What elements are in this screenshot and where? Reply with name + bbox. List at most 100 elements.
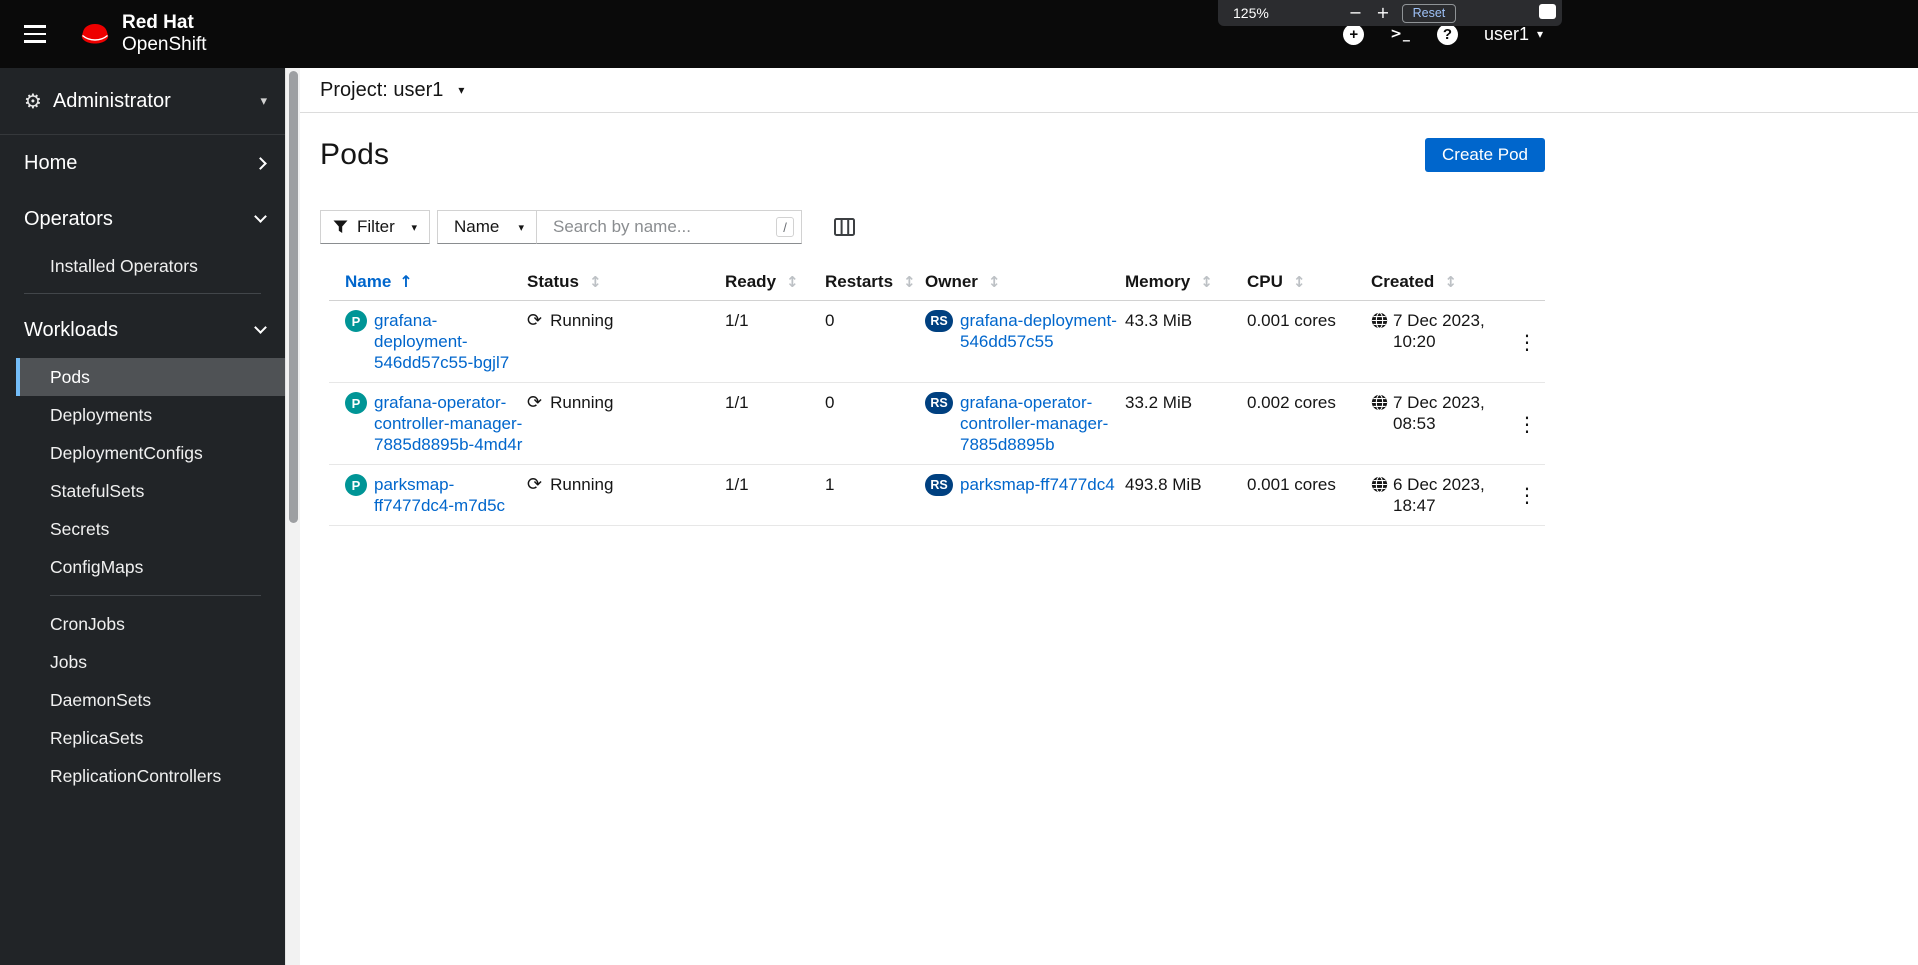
sidebar: ⚙ Administrator ▾ Home Operators Install…: [0, 68, 285, 965]
web-terminal-button[interactable]: >_: [1390, 26, 1411, 42]
kebab-menu-button[interactable]: ⋮: [1511, 392, 1543, 455]
globe-icon: [1371, 394, 1388, 411]
caret-down-icon: ▾: [1536, 27, 1543, 41]
column-header-status[interactable]: Status ↕: [527, 263, 725, 300]
owner-link[interactable]: parksmap-ff7477dc4: [960, 474, 1115, 495]
column-header-ready[interactable]: Ready ↕: [725, 263, 825, 300]
toolbar: Filter ▾ Name ▾ /: [320, 210, 1918, 244]
brand-logo: Red Hat OpenShift: [78, 12, 207, 56]
table-row: P grafana-operator-controller-manager-78…: [329, 383, 1545, 465]
plus-circle-icon: +: [1343, 23, 1365, 45]
kebab-menu-button[interactable]: ⋮: [1511, 310, 1543, 373]
zoom-in-button[interactable]: +: [1376, 5, 1389, 21]
owner-link[interactable]: grafana-deployment-546dd57c55: [960, 310, 1121, 352]
chevron-down-icon: [254, 210, 267, 223]
sidebar-item-label: Installed Operators: [50, 255, 198, 276]
column-header-owner[interactable]: Owner ↕: [925, 263, 1125, 300]
sidebar-item-operators[interactable]: Operators: [0, 191, 285, 247]
memory-cell: 33.2 MiB: [1125, 393, 1193, 412]
sidebar-item-installed-operators[interactable]: Installed Operators: [0, 247, 285, 285]
hamburger-icon: [24, 25, 46, 28]
cpu-cell: 0.001 cores: [1247, 475, 1336, 494]
status-text: Running: [550, 475, 614, 494]
zoom-out-button[interactable]: −: [1349, 5, 1362, 21]
sidebar-item-pods[interactable]: Pods: [16, 358, 285, 396]
column-header-memory[interactable]: Memory ↕: [1125, 263, 1247, 300]
project-label: Project: user1: [320, 78, 444, 101]
sidebar-item-label: DeploymentConfigs: [50, 442, 203, 463]
redhat-icon: [81, 24, 109, 44]
pod-badge: P: [345, 474, 367, 496]
sidebar-item-label: ReplicationControllers: [50, 765, 222, 786]
pod-link[interactable]: parksmap-ff7477dc4-m7d5c: [374, 474, 523, 516]
pod-link[interactable]: grafana-operator-controller-manager-7885…: [374, 392, 523, 455]
status-text: Running: [550, 311, 614, 330]
caret-down-icon: ▾: [411, 220, 417, 234]
caret-down-icon: ▾: [260, 93, 267, 109]
sidebar-item-statefulsets[interactable]: StatefulSets: [0, 472, 285, 510]
sidebar-item-replicationcontrollers[interactable]: ReplicationControllers: [0, 757, 285, 795]
zoom-popup-highlight: [1539, 4, 1556, 19]
sidebar-item-label: CronJobs: [50, 613, 125, 634]
manage-columns-button[interactable]: [834, 218, 855, 236]
filter-label: Filter: [357, 217, 395, 236]
sidebar-item-label: Secrets: [50, 518, 110, 539]
sidebar-item-secrets[interactable]: Secrets: [0, 510, 285, 548]
filter-dropdown[interactable]: Filter ▾: [320, 210, 430, 244]
ready-cell: 1/1: [725, 475, 749, 494]
column-header-created[interactable]: Created ↕: [1371, 263, 1509, 300]
memory-cell: 43.3 MiB: [1125, 311, 1193, 330]
help-button[interactable]: ?: [1436, 23, 1458, 45]
pod-link[interactable]: grafana-deployment-546dd57c55-bgjl7: [374, 310, 523, 373]
user-menu[interactable]: user1 ▾: [1484, 24, 1543, 45]
nav-toggle-button[interactable]: [24, 22, 48, 46]
memory-cell: 493.8 MiB: [1125, 475, 1202, 494]
replicaset-badge: RS: [925, 392, 953, 414]
created-time: 08:53: [1393, 414, 1436, 433]
nav-divider: [50, 595, 261, 596]
page-title: Pods: [320, 138, 390, 171]
sidebar-item-workloads[interactable]: Workloads: [0, 302, 285, 358]
search-attribute-select[interactable]: Name ▾: [437, 210, 537, 244]
project-selector[interactable]: Project: user1 ▾: [320, 79, 464, 102]
created-cell: 6 Dec 2023, 18:47: [1371, 465, 1509, 525]
sidebar-item-deployments[interactable]: Deployments: [0, 396, 285, 434]
sidebar-item-label: Deployments: [50, 404, 153, 425]
project-bar: Project: user1 ▾: [300, 68, 1918, 113]
restarts-cell: 0: [825, 393, 835, 412]
quick-create-button[interactable]: +: [1343, 23, 1365, 45]
sidebar-item-jobs[interactable]: Jobs: [0, 643, 285, 681]
column-header-restarts[interactable]: Restarts ↕: [825, 263, 925, 300]
zoom-level: 125%: [1233, 5, 1269, 21]
sidebar-item-label: Workloads: [24, 318, 119, 341]
column-header-cpu[interactable]: CPU ↕: [1247, 263, 1371, 300]
sidebar-item-label: DaemonSets: [50, 689, 152, 710]
perspective-switcher[interactable]: ⚙ Administrator ▾: [0, 68, 285, 135]
sidebar-item-configmaps[interactable]: ConfigMaps: [0, 548, 285, 586]
table-header: Name ↑ Status ↕ Ready ↕ Restarts ↕ Owner: [329, 263, 1545, 301]
created-time: 18:47: [1393, 496, 1436, 515]
sidebar-item-daemonsets[interactable]: DaemonSets: [0, 681, 285, 719]
search-input[interactable]: [536, 210, 802, 244]
replicaset-badge: RS: [925, 474, 953, 496]
scrollbar-thumb[interactable]: [289, 71, 298, 523]
sidebar-item-home[interactable]: Home: [0, 135, 285, 191]
column-header-actions: [1509, 263, 1545, 300]
sync-icon: ⟳: [527, 392, 543, 413]
column-header-name[interactable]: Name ↑: [345, 263, 527, 300]
page-header: Pods Create Pod: [320, 138, 1545, 172]
sidebar-item-label: StatefulSets: [50, 480, 145, 501]
table-row: P grafana-deployment-546dd57c55-bgjl7 ⟳ …: [329, 301, 1545, 383]
filter-funnel-icon: [333, 220, 348, 233]
sidebar-item-cronjobs[interactable]: CronJobs: [0, 605, 285, 643]
sidebar-item-deploymentconfigs[interactable]: DeploymentConfigs: [0, 434, 285, 472]
sidebar-item-label: Jobs: [50, 651, 87, 672]
zoom-reset-button[interactable]: Reset: [1401, 3, 1457, 23]
globe-icon: [1371, 312, 1388, 329]
create-pod-button[interactable]: Create Pod: [1425, 138, 1545, 172]
sidebar-item-replicasets[interactable]: ReplicaSets: [0, 719, 285, 757]
kebab-menu-button[interactable]: ⋮: [1511, 474, 1543, 516]
username: user1: [1483, 23, 1529, 44]
sort-icon: ↕: [1200, 272, 1213, 291]
owner-link[interactable]: grafana-operator-controller-manager-7885…: [960, 392, 1121, 455]
